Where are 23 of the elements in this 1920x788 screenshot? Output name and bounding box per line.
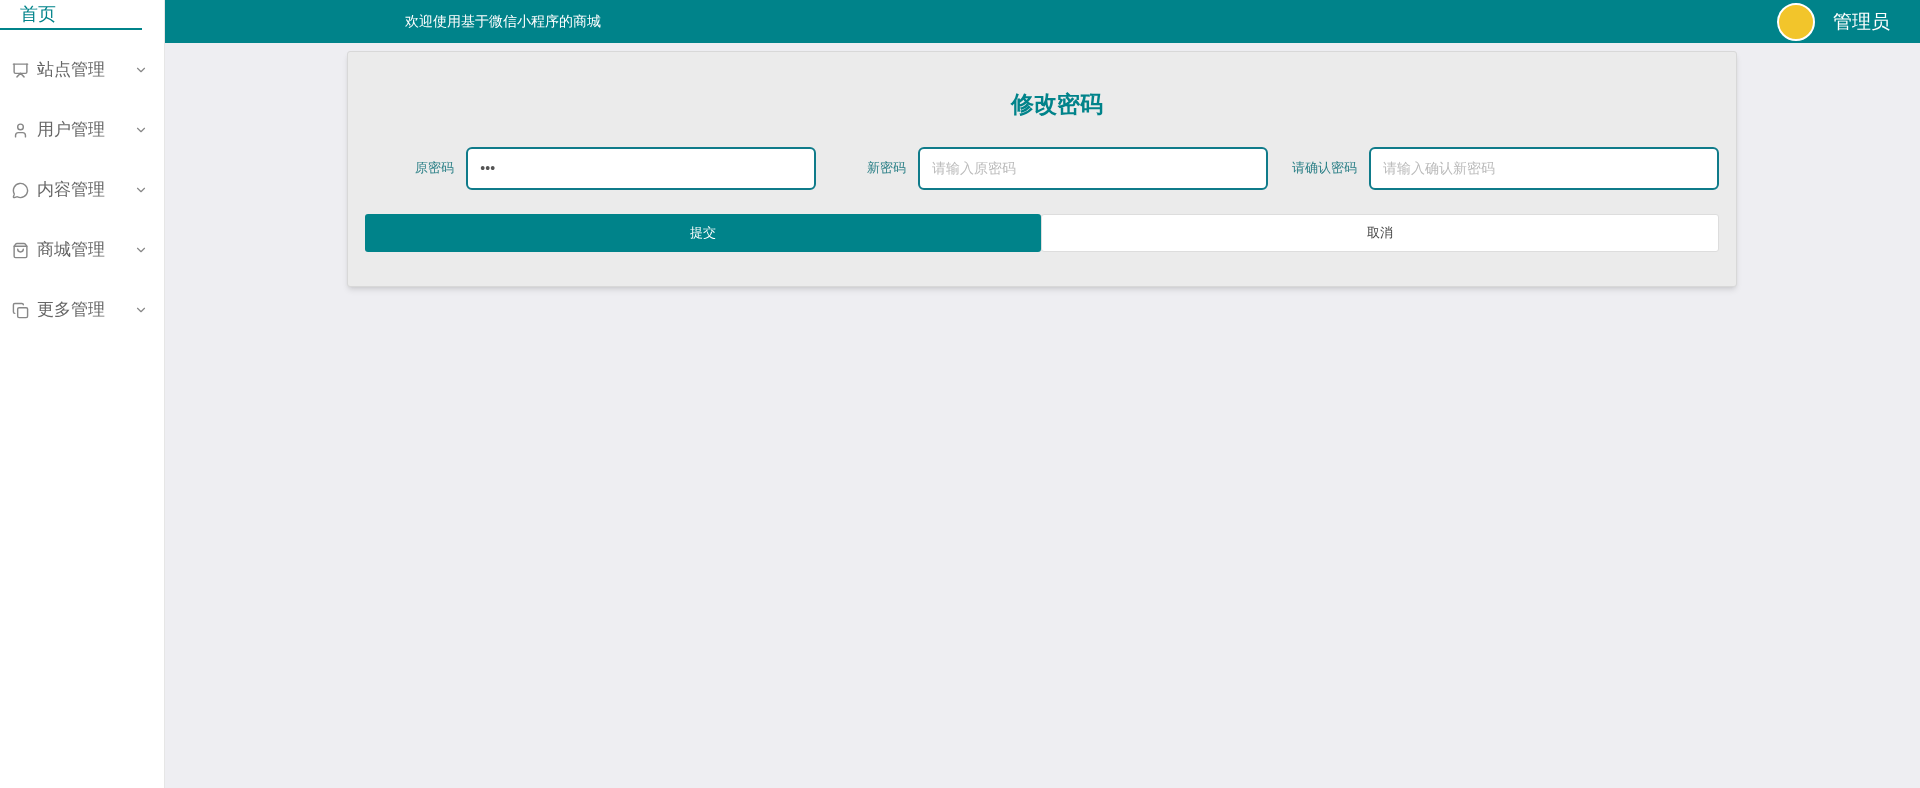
field-label: 新密码 [866,159,906,178]
copy-icon [12,301,29,319]
sidebar-item[interactable]: 商城管理 [0,220,164,280]
admin-name[interactable]: 管理员 [1833,7,1890,36]
sidebar-item[interactable]: 用户管理 [0,100,164,160]
sidebar-item[interactable]: 站点管理 [0,40,164,100]
user-icon [12,121,29,139]
welcome-text: 欢迎使用基于微信小程序的商城 [405,12,602,31]
sidebar-item[interactable]: 更多管理 [0,280,164,340]
input-field[interactable]: 请输入原密码 [917,146,1268,190]
avatar[interactable] [1777,2,1815,41]
input-field[interactable]: ••• [466,146,817,190]
chat-bubble-icon [12,181,29,199]
field-label: 原密码 [415,159,455,178]
form-title: 修改密码 [1011,89,1103,119]
input-field[interactable]: 请输入确认新密码 [1369,146,1719,190]
field-label: 请确认密码 [1292,159,1357,178]
sidebar-item[interactable]: 内容管理 [0,160,164,220]
shopping-bag-icon [12,241,29,259]
submit-button[interactable]: 提交 [365,213,1041,252]
cancel-button[interactable]: 取消 [1041,213,1719,252]
home-link[interactable]: 首页 [20,0,56,28]
presentation-icon [12,61,29,79]
